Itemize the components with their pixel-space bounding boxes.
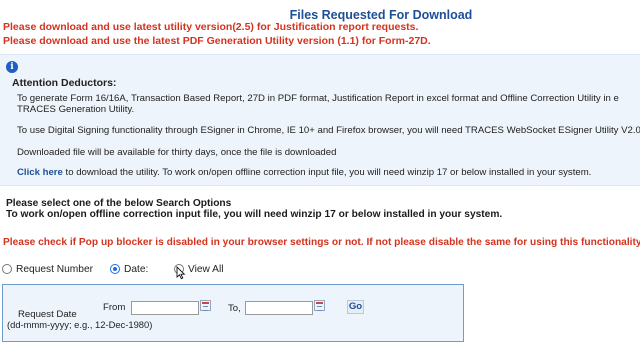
popup-blocker-warning: Please check if Pop up blocker is disabl… [3,237,640,248]
utility-notice: Please download and use latest utility v… [3,21,419,33]
info-panel: i Attention Deductors: To generate Form … [0,54,640,186]
go-button[interactable]: Go [347,300,364,314]
date-search-panel: Request Date (dd-mmm-yyyy; e.g., 12-Dec-… [2,284,464,342]
info-text-line: TRACES Generation Utility. [17,104,135,115]
calendar-icon[interactable] [314,300,325,311]
info-heading: Attention Deductors: [12,77,117,89]
info-text-line: to download the utility. To work on/open… [62,167,592,178]
to-label: To, [228,303,241,314]
info-icon: i [6,61,18,73]
date-format-hint: (dd-mmm-yyyy; e.g., 12-Dec-1980) [7,319,153,330]
radio-label: Date: [124,263,149,275]
radio-button[interactable] [2,264,12,274]
from-label: From [103,302,126,313]
to-date-input[interactable] [245,301,313,315]
info-text-line: Downloaded file will be available for th… [17,147,337,158]
info-text-line: To generate Form 16/16A, Transaction Bas… [17,93,619,104]
calendar-icon[interactable] [200,300,211,311]
search-options-heading: Please select one of the below Search Op… [6,198,232,209]
from-date-input[interactable] [131,301,199,315]
info-text-line: To use Digital Signing functionality thr… [17,125,640,136]
radio-label: View All [188,263,224,275]
radio-button[interactable] [110,264,120,274]
page-title: Files Requested For Download [289,8,473,22]
pdf-utility-notice: Please download and use the latest PDF G… [3,35,431,47]
radio-request-number[interactable]: Request Number [2,262,93,276]
radio-date[interactable]: Date: [110,262,148,276]
info-download-line: Click here to download the utility. To w… [17,167,591,178]
winzip-notice: To work on/open offline correction input… [6,209,503,220]
mouse-cursor-icon [176,266,186,280]
radio-label: Request Number [16,263,94,275]
click-here-link[interactable]: Click here [17,167,63,178]
